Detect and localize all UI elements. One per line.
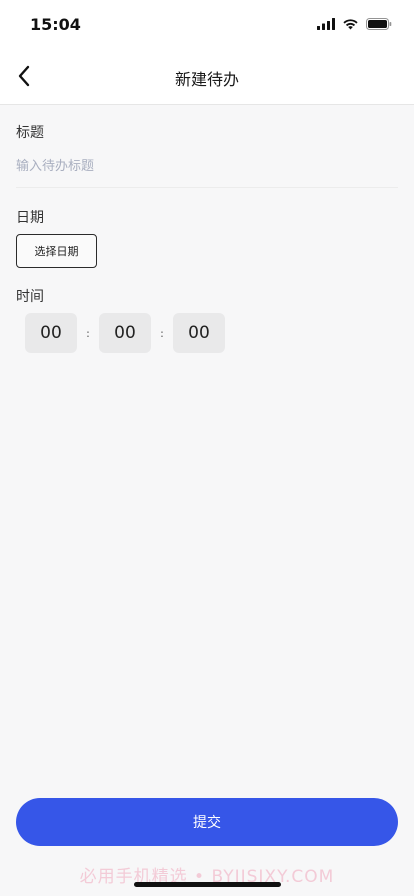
home-indicator xyxy=(134,882,281,887)
page-title: 新建待办 xyxy=(174,70,239,89)
battery-icon xyxy=(366,18,392,30)
time-picker: 00 : 00 : 00 xyxy=(25,313,225,353)
status-time: 15:04 xyxy=(30,15,81,34)
time-separator: : xyxy=(86,326,90,340)
wifi-icon xyxy=(343,19,358,30)
title-input[interactable] xyxy=(16,152,398,180)
submit-button[interactable]: 提交 xyxy=(16,798,398,846)
second-field[interactable]: 00 xyxy=(173,313,225,353)
hour-field[interactable]: 00 xyxy=(25,313,77,353)
select-date-button[interactable]: 选择日期 xyxy=(16,234,97,268)
title-divider xyxy=(16,187,398,188)
status-icons xyxy=(317,17,392,31)
title-label: 标题 xyxy=(16,125,44,141)
time-separator: : xyxy=(160,326,164,340)
minute-field[interactable]: 00 xyxy=(99,313,151,353)
nav-bar: 新建待办 xyxy=(0,50,414,105)
time-label: 时间 xyxy=(16,289,44,305)
date-label: 日期 xyxy=(16,210,44,226)
status-bar: 15:04 xyxy=(0,0,414,50)
signal-icon xyxy=(317,18,335,30)
